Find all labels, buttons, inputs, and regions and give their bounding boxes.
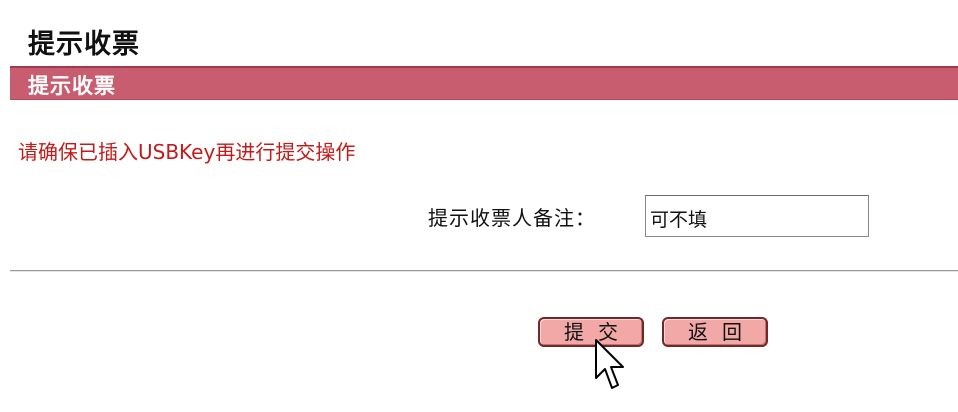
page-title: 提示收票 xyxy=(28,29,140,60)
section-header: 提示收票 xyxy=(10,66,958,100)
submit-button[interactable]: 提交 xyxy=(538,317,644,347)
remark-input[interactable] xyxy=(645,195,869,237)
remark-label: 提示收票人备注： xyxy=(428,206,596,230)
section-header-title: 提示收票 xyxy=(28,74,116,98)
page: 提示收票 提示收票 请确保已插入USBKey再进行提交操作 提示收票人备注： 提… xyxy=(0,0,958,412)
divider xyxy=(10,270,958,272)
back-button[interactable]: 返回 xyxy=(662,317,768,347)
pointer-cursor-icon xyxy=(595,339,624,389)
usbkey-warning: 请确保已插入USBKey再进行提交操作 xyxy=(18,140,356,164)
